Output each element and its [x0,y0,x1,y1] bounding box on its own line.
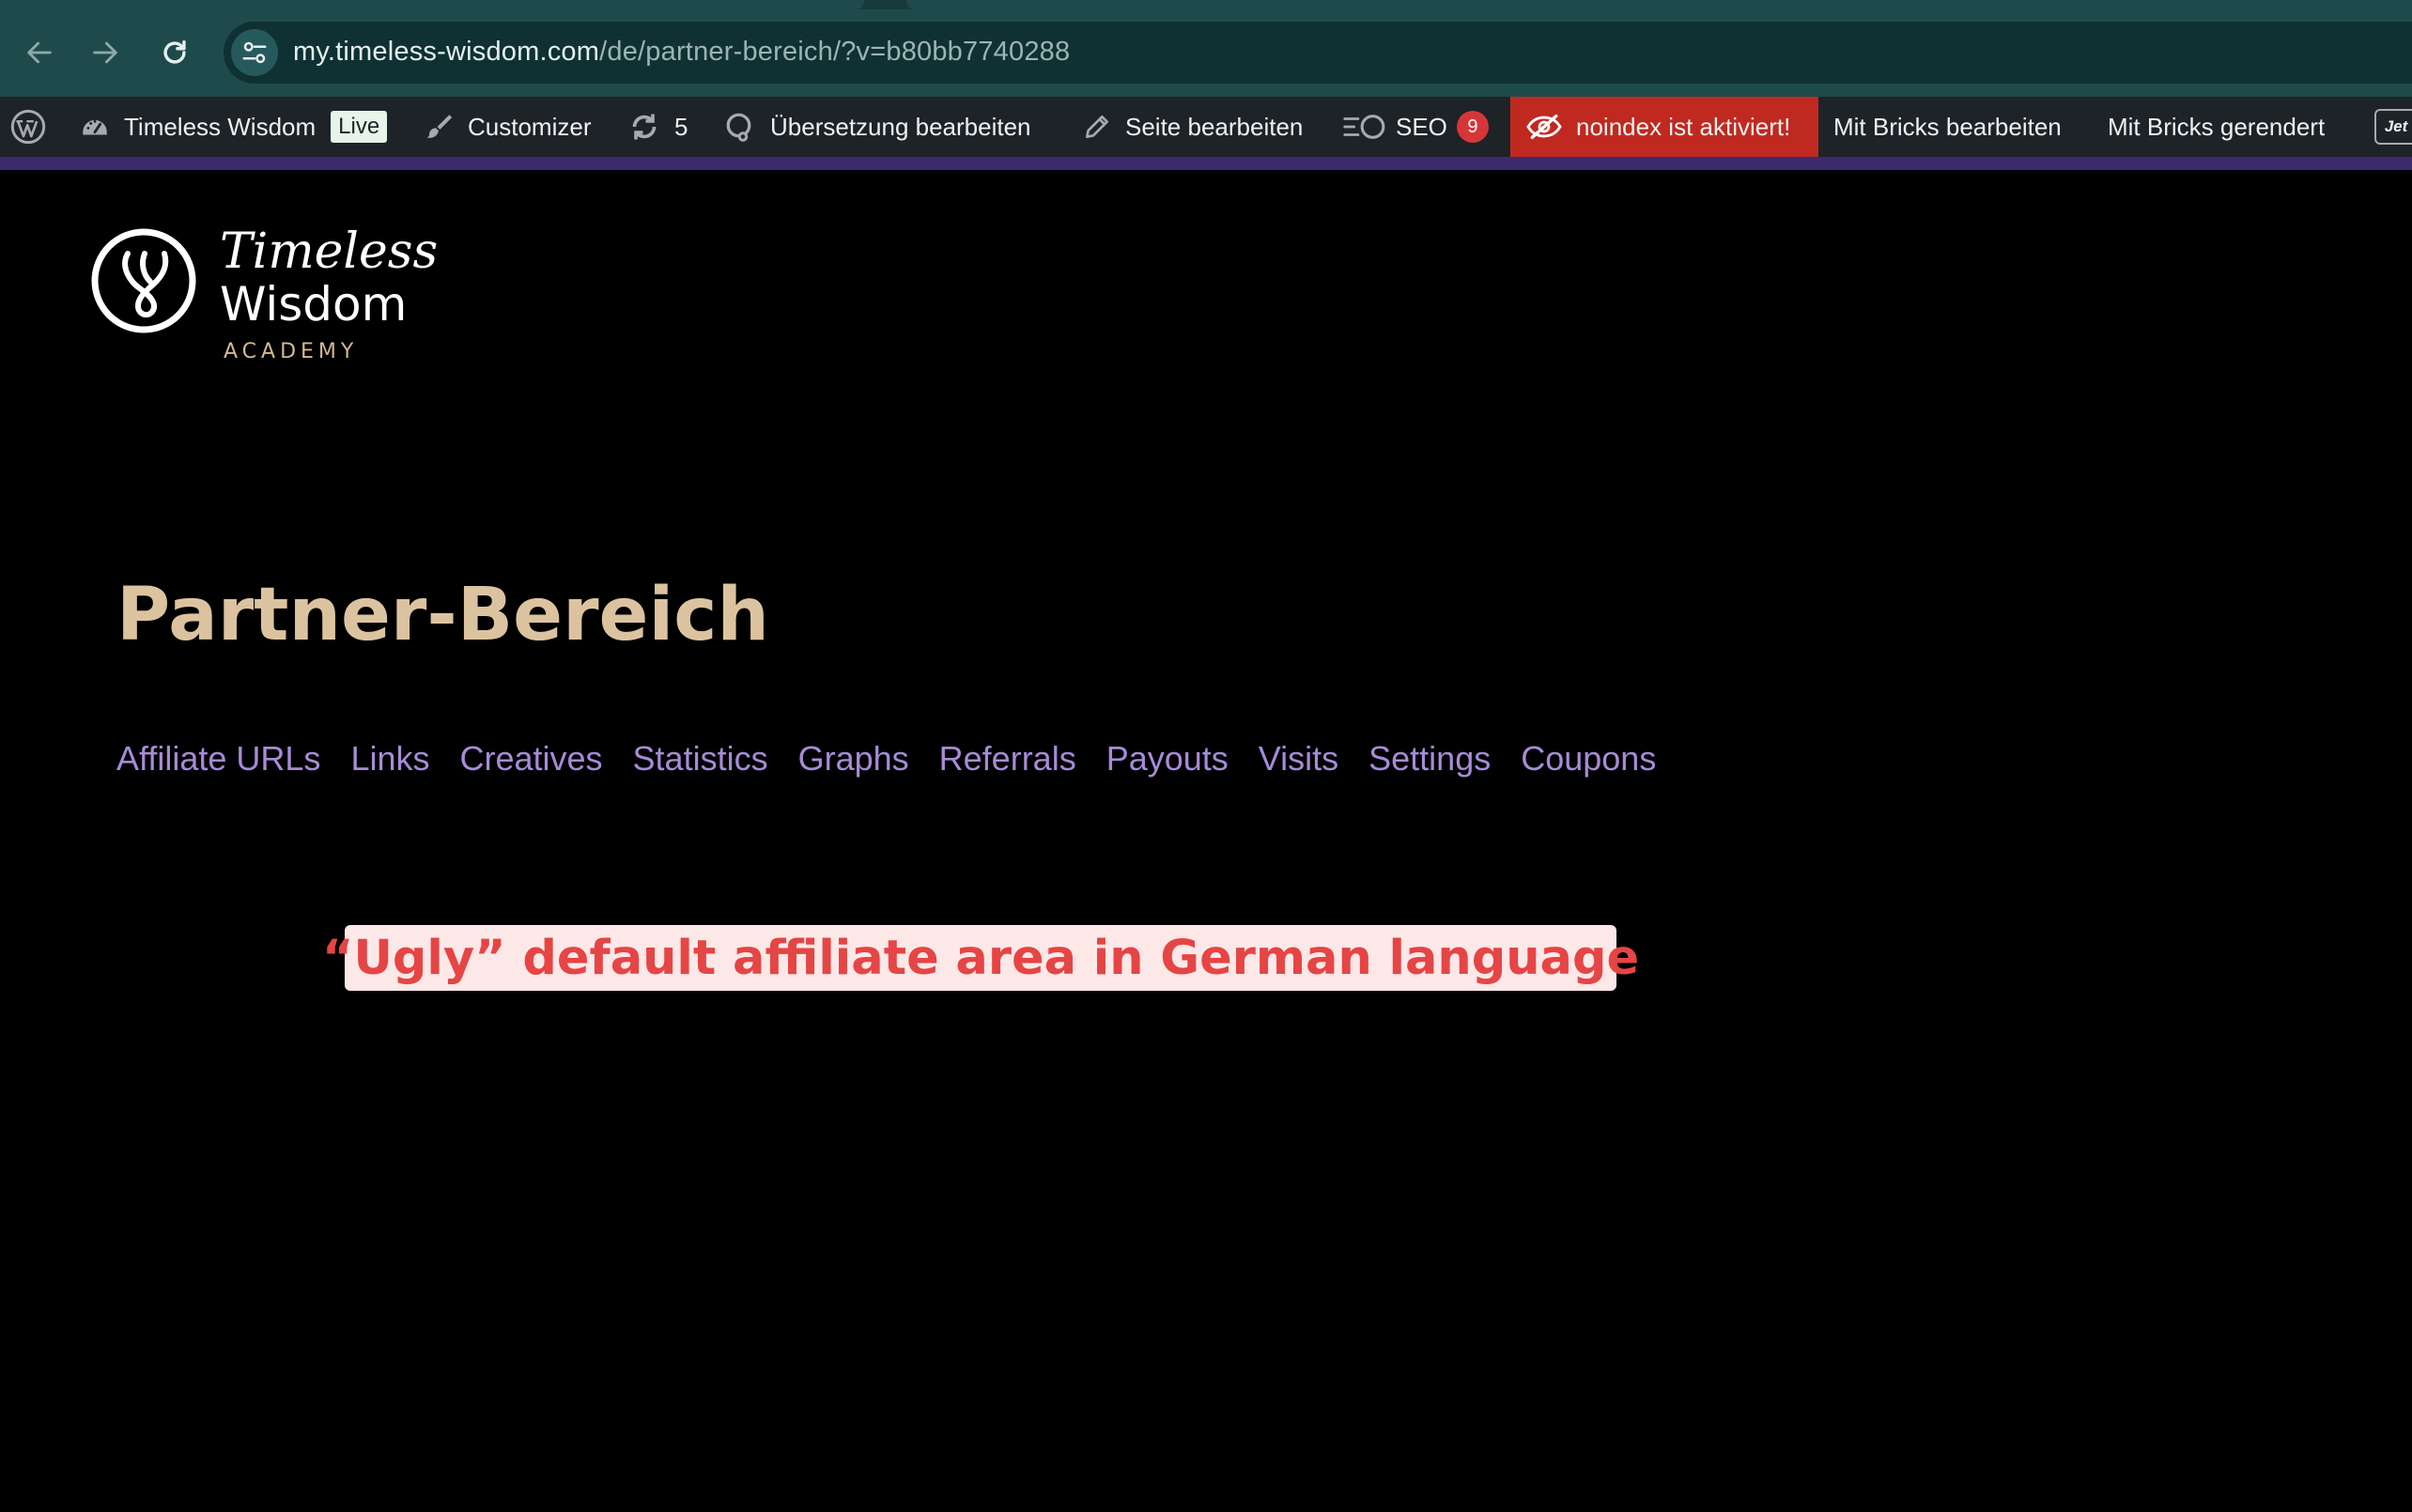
updates-count: 5 [674,112,688,141]
dashboard-icon [79,111,111,143]
timeless-wisdom-logo-icon [91,228,196,333]
page-title: Partner-Bereich [116,573,769,657]
seo-item[interactable]: SEO 9 [1341,97,1489,157]
tab-links[interactable]: Links [350,733,429,785]
eye-slash-icon [1525,111,1563,143]
translate-item[interactable]: Übersetzung bearbeiten [723,97,1031,157]
wordpress-logo-button[interactable] [9,97,47,157]
site-info-button[interactable] [231,29,278,76]
arrow-left-icon [27,41,52,64]
tab-settings[interactable]: Settings [1368,733,1491,785]
bricks-rendered-label: Mit Bricks gerendert [2108,112,2326,141]
seo-label: SEO [1396,112,1447,141]
site-name-label: Timeless Wisdom [124,112,317,141]
edit-page-item[interactable]: Seite bearbeiten [1082,97,1303,157]
tab-payouts[interactable]: Payouts [1106,733,1229,785]
browser-toolbar: my.timeless-wisdom.com/de/partner-bereic… [0,0,2412,97]
translate-icon [723,110,757,144]
edit-page-label: Seite bearbeiten [1125,112,1304,141]
site-name-item[interactable]: Timeless Wisdom Live [79,97,388,157]
url-domain: my.timeless-wisdom.com [293,37,600,67]
wordpress-icon [10,109,46,145]
logo-text-wisdom: Wisdom [220,277,408,332]
reload-icon [163,39,186,64]
bricks-rendered-item[interactable]: Mit Bricks gerendert [2108,97,2325,157]
back-button[interactable] [15,28,64,77]
site-logo[interactable]: Timeless Wisdom ACADEMY [90,224,466,374]
tab-coupons[interactable]: Coupons [1521,733,1656,785]
translate-label: Übersetzung bearbeiten [770,112,1031,141]
jet-icon: Jet [2374,109,2412,145]
bricks-edit-label: Mit Bricks bearbeiten [1833,112,2062,141]
bricks-edit-item[interactable]: Mit Bricks bearbeiten [1833,97,2062,157]
url-text[interactable]: my.timeless-wisdom.com/de/partner-bereic… [293,37,1070,68]
browser-tab[interactable] [0,0,864,9]
tab-statistics[interactable]: Statistics [633,733,768,785]
update-icon [627,110,661,144]
seo-count-badge: 9 [1456,111,1489,143]
wp-admin-bar: Timeless Wisdom Live Customizer 5 Überse… [0,97,2412,157]
updates-item[interactable]: 5 [627,97,688,157]
noindex-warning-item[interactable]: noindex ist aktiviert! [1510,97,1818,157]
tab-creatives[interactable]: Creatives [459,733,602,785]
jet-menu-item[interactable]: Jet [2374,97,2412,157]
affiliate-area-tabs: Affiliate URLs Links Creatives Statistic… [116,733,1656,785]
url-path: /de/partner-bereich/?v=b80bb7740288 [599,37,1071,67]
logo-text-timeless: Timeless [220,224,439,280]
address-bar[interactable]: my.timeless-wisdom.com/de/partner-bereic… [224,22,2412,84]
logo-text-academy: ACADEMY [224,340,359,363]
arrow-right-icon [93,41,117,64]
tab-strip [0,0,2412,9]
live-badge: Live [331,111,388,143]
tab-graphs[interactable]: Graphs [798,733,909,785]
admin-bar-accent [0,157,2412,170]
seo-icon [1341,111,1388,143]
jet-label: Jet [2384,117,2408,135]
tab-referrals[interactable]: Referrals [939,733,1076,785]
tab-affiliate-urls[interactable]: Affiliate URLs [116,733,320,785]
forward-button[interactable] [81,28,130,77]
customizer-label: Customizer [468,112,592,141]
noindex-label: noindex ist aktiviert! [1576,112,1791,141]
reload-button[interactable] [150,28,199,77]
customizer-item[interactable]: Customizer [423,97,591,157]
tab-visits[interactable]: Visits [1259,733,1338,785]
annotation-callout: “Ugly” default affiliate area in German … [322,925,1639,991]
pencil-icon [1082,112,1112,142]
browser-tab[interactable] [906,0,2412,9]
brush-icon [423,111,455,143]
tune-icon [242,41,267,64]
